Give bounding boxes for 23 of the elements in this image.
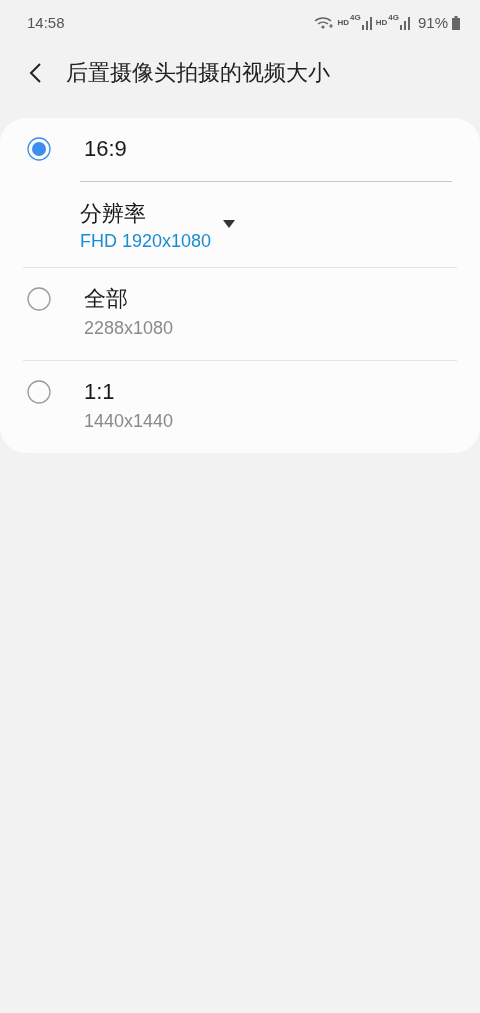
back-icon[interactable] [28,61,44,84]
resolution-value: FHD 1920x1080 [80,231,212,252]
hd-label: HD [375,18,388,27]
signal-icon [399,15,410,30]
dropdown-caret-icon[interactable] [223,220,236,228]
option-detail: 1440x1440 [84,411,175,432]
option-label[interactable]: 16:9 [84,135,457,163]
option-detail: 2288x1080 [84,318,175,339]
network-type: 4G [388,12,399,22]
radio-button[interactable] [27,137,51,161]
hd-label: HD [337,18,350,27]
option-label[interactable]: 1:1 [84,378,457,406]
option-label[interactable]: 全部 [84,285,457,313]
battery-icon [452,15,460,30]
page-title: 后置摄像头拍摄的视频大小 [66,58,330,87]
resolution-label[interactable]: 分辨率 [80,200,212,228]
radio-button[interactable] [27,380,51,404]
battery-percent: 91% [417,14,448,31]
signal-icon [361,15,372,30]
wifi-icon [313,15,334,30]
status-time: 14:58 [27,14,66,31]
network-type: 4G [350,12,361,22]
radio-button[interactable] [27,287,51,311]
